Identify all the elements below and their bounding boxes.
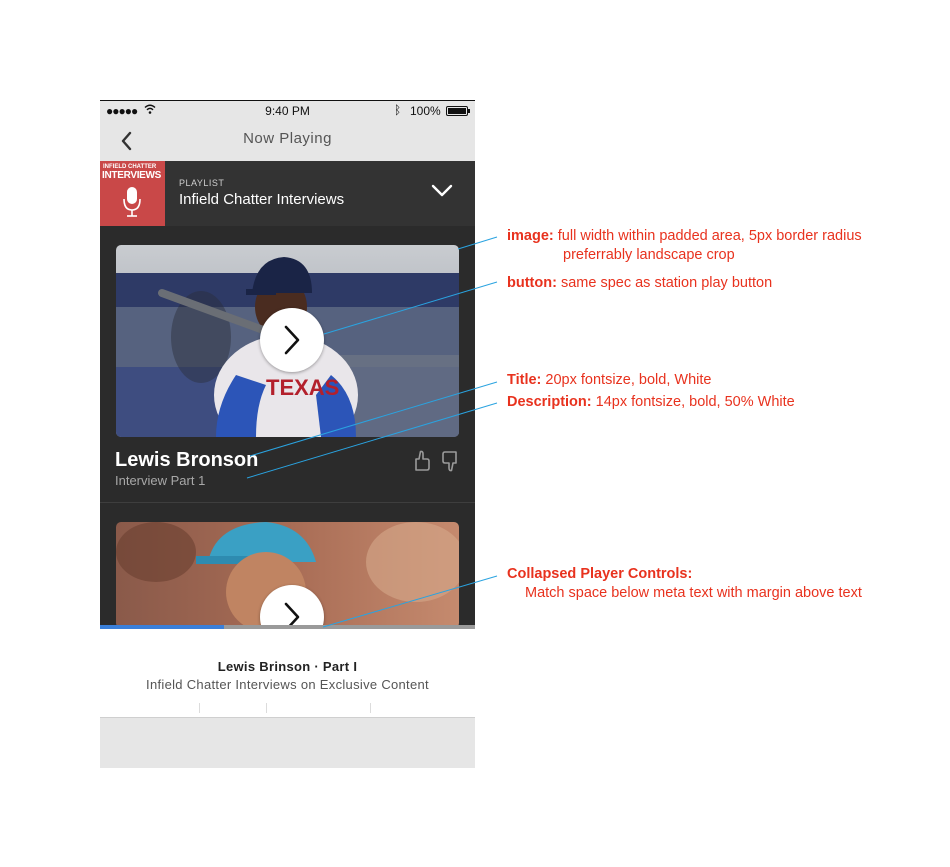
status-bar: ●●●●● 9:40 PM ᛒ 100%: [100, 101, 475, 121]
control-separator: [266, 703, 267, 713]
chevron-right-icon: [284, 325, 300, 355]
nav-bar: Now Playing: [100, 121, 475, 161]
now-playing-subtitle: Infield Chatter Interviews on Exclusive …: [146, 677, 429, 692]
control-separator: [370, 703, 371, 713]
progress-fill: [100, 625, 224, 629]
title-annotation: Title: 20px fontsize, bold, White: [507, 372, 712, 388]
image-annotation-line2: preferrably landscape crop: [563, 247, 735, 263]
battery-icon: [446, 106, 470, 116]
collapsed-player-annotation-text: Match space below meta text with margin …: [525, 585, 862, 601]
page-title: Now Playing: [243, 130, 332, 147]
play-button[interactable]: [260, 308, 324, 372]
battery-percent: 100%: [410, 104, 441, 118]
progress-bar[interactable]: [100, 625, 475, 629]
now-playing-title: Lewis Brinson · Part I: [217, 659, 358, 674]
control-separator: [199, 703, 200, 713]
collapsed-player-annotation: Collapsed Player Controls:: [507, 566, 693, 582]
artwork-main-text: INTERVIEWS: [102, 170, 162, 181]
episode-title: Lewis Bronson: [115, 449, 259, 471]
phone-screen: ●●●●● 9:40 PM ᛒ 100% Now Playing INFIELD…: [100, 100, 475, 768]
episode-description: Interview Part 1: [115, 473, 206, 488]
playlist-title: Infield Chatter Interviews: [179, 191, 345, 208]
bluetooth-icon: ᛒ: [394, 103, 402, 117]
microphone-icon: [123, 187, 141, 217]
list-divider: [100, 502, 475, 503]
thumbs-up-icon[interactable]: [412, 450, 432, 472]
playlist-label: PLAYLIST: [179, 178, 225, 188]
playlist-artwork: INFIELD CHATTER INTERVIEWS: [100, 161, 165, 226]
button-annotation: button: same spec as station play button: [507, 275, 773, 291]
description-annotation: Description: 14px fontsize, bold, 50% Wh…: [507, 394, 795, 410]
collapsed-player[interactable]: Lewis Brinson · Part I Infield Chatter I…: [100, 625, 475, 768]
player-controls-area: [100, 717, 475, 768]
image-annotation: image: full width within padded area, 5p…: [507, 228, 862, 244]
chevron-down-icon[interactable]: [431, 183, 453, 199]
thumbs-down-icon[interactable]: [440, 450, 460, 472]
svg-text:TEXAS: TEXAS: [266, 375, 339, 400]
playlist-header[interactable]: INFIELD CHATTER INTERVIEWS PLAYLIST Infi…: [100, 161, 475, 226]
